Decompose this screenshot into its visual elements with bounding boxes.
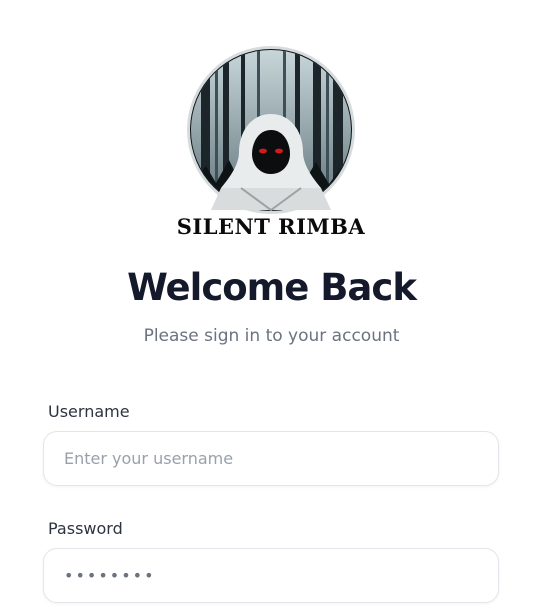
username-label: Username bbox=[48, 402, 130, 421]
username-input[interactable] bbox=[43, 431, 499, 486]
login-page: SILENT RIMBA Welcome Back Please sign in… bbox=[0, 0, 551, 615]
logo-text: SILENT RIMBA bbox=[177, 214, 366, 239]
page-title: Welcome Back bbox=[127, 266, 417, 309]
password-label: Password bbox=[48, 519, 123, 538]
password-input[interactable] bbox=[43, 548, 499, 603]
page-subtitle: Please sign in to your account bbox=[143, 326, 400, 346]
brand-logo: SILENT RIMBA bbox=[171, 38, 372, 240]
hooded-figure-forest-logo-icon: SILENT RIMBA bbox=[177, 46, 366, 239]
